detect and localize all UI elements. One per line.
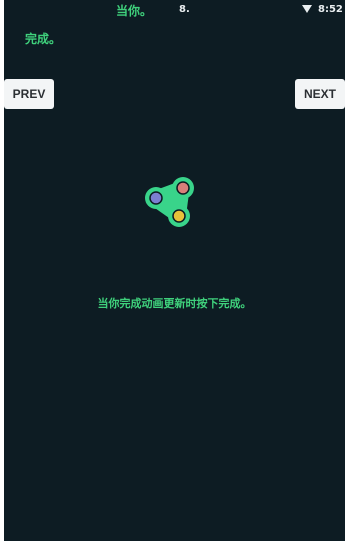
instruction-text: 当你完成动画更新时按下完成。 [97, 297, 252, 310]
signal-indicator: 8. [179, 4, 190, 15]
spinner-dot-red [176, 181, 190, 195]
status-bar-text: 当你。 [116, 4, 153, 18]
status-time: 8:52 [318, 4, 343, 15]
spinner-dot-yellow [172, 209, 186, 223]
done-label: 完成。 [25, 32, 62, 46]
fidget-spinner-icon [145, 177, 194, 227]
wifi-icon [302, 5, 312, 13]
app-screen: 当你。 8. 8:52 完成。 PREV NEXT 当你完成动画更新时按下完成。 [4, 0, 345, 541]
prev-button[interactable]: PREV [4, 79, 54, 109]
spinner-dot-blue [149, 191, 163, 205]
status-bar: 当你。 8. 8:52 [4, 0, 345, 20]
next-button[interactable]: NEXT [295, 79, 345, 109]
